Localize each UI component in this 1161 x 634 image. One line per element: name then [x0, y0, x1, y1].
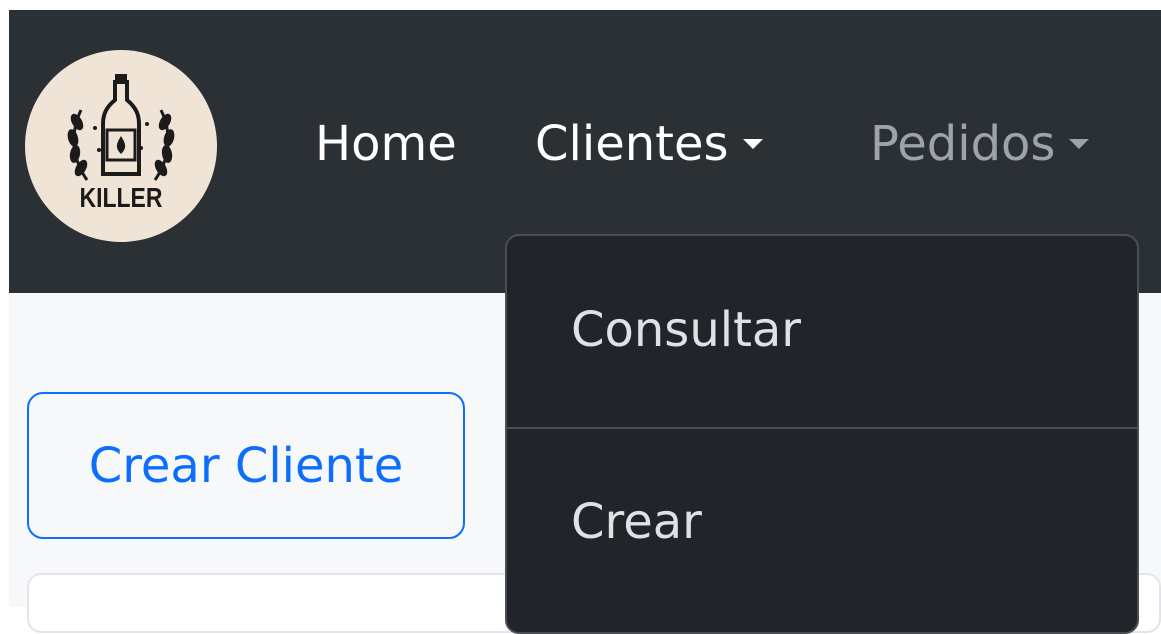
caret-down-icon — [1069, 139, 1090, 149]
logo-text: KILLER — [79, 182, 163, 213]
brand-logo[interactable]: KILLER — [25, 50, 217, 242]
create-client-label: Crear Cliente — [88, 437, 404, 494]
nav-home[interactable]: Home — [315, 114, 457, 174]
dropdown-item-crear[interactable]: Crear — [507, 492, 1137, 552]
nav-pedidos-dropdown[interactable]: Pedidos — [870, 114, 1090, 174]
nav-clientes-label: Clientes — [535, 116, 729, 172]
create-client-button[interactable]: Crear Cliente — [27, 392, 465, 539]
nav-clientes-dropdown[interactable]: Clientes — [535, 114, 763, 174]
nav-pedidos-label: Pedidos — [870, 116, 1056, 172]
clientes-dropdown-menu: Consultar Crear — [505, 234, 1139, 634]
dropdown-item-consultar[interactable]: Consultar — [507, 300, 1137, 360]
caret-down-icon — [742, 139, 763, 149]
dropdown-divider — [507, 427, 1137, 429]
nav-home-label: Home — [315, 116, 457, 172]
